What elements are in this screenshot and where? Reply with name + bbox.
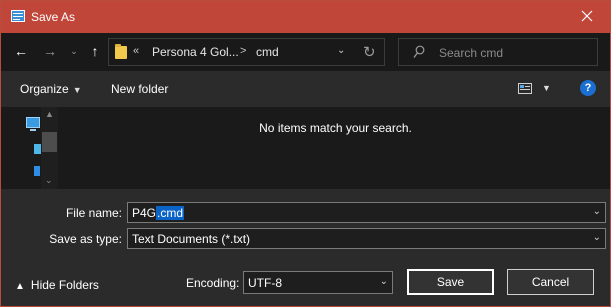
file-name-field[interactable]: P4G.cmd ⌄ (127, 202, 606, 223)
back-icon[interactable]: ← (12, 42, 30, 60)
navigation-scrollbar[interactable]: ▲ ⌄ (41, 107, 58, 189)
view-icon[interactable] (518, 83, 532, 94)
close-icon (581, 10, 593, 22)
breadcrumb-cmd[interactable]: cmd (256, 45, 279, 59)
save-as-dialog: Save As ← → ⌄ ↑ « Persona 4 Gol... > cmd… (0, 0, 611, 307)
title-bar[interactable]: Save As (1, 1, 610, 33)
close-button[interactable] (565, 0, 609, 32)
navigation-bar: ← → ⌄ ↑ « Persona 4 Gol... > cmd ⌄ ↻ Sea… (1, 33, 610, 71)
new-folder-button[interactable]: New folder (111, 82, 168, 96)
scroll-up-icon[interactable]: ▲ (45, 109, 54, 119)
forward-icon[interactable]: → (41, 42, 59, 60)
save-options-panel: File name: P4G.cmd ⌄ Save as type: Text … (1, 189, 610, 306)
file-name-selection: .cmd (156, 206, 185, 220)
search-placeholder: Search cmd (439, 46, 504, 60)
hide-folders-label: Hide Folders (30, 278, 99, 292)
save-type-dropdown-icon[interactable]: ⌄ (593, 232, 601, 243)
search-box[interactable]: Search cmd (398, 38, 598, 66)
notepad-icon (11, 10, 25, 22)
navigation-pane[interactable]: ▲ ⌄ (1, 107, 61, 189)
up-icon[interactable]: ↑ (86, 42, 104, 60)
address-bar[interactable]: « Persona 4 Gol... > cmd ⌄ ↻ (108, 38, 385, 66)
save-button[interactable]: Save (407, 269, 494, 295)
save-type-label: Save as type: (49, 232, 122, 246)
view-options-caret-icon[interactable]: ▼ (542, 83, 551, 93)
save-type-value: Text Documents (*.txt) (132, 232, 251, 246)
organize-caret-icon: ▼ (72, 85, 82, 95)
breadcrumb-persona-4-golden[interactable]: Persona 4 Gol... (152, 45, 239, 59)
dialog-title: Save As (31, 10, 76, 24)
file-name-dropdown-icon[interactable]: ⌄ (593, 206, 601, 217)
breadcrumb-separator[interactable]: > (240, 45, 246, 57)
empty-results-message: No items match your search. (259, 121, 412, 135)
scroll-down-icon[interactable]: ⌄ (45, 175, 53, 186)
this-pc-stand (30, 129, 36, 131)
hide-folders-button[interactable]: ▲ Hide Folders (15, 278, 99, 292)
organize-label: Organize (20, 82, 69, 96)
network-icon[interactable] (34, 144, 41, 154)
breadcrumb-overflow[interactable]: « (133, 45, 139, 57)
recent-dropdown-icon[interactable]: ⌄ (65, 42, 83, 60)
chevron-up-icon: ▲ (15, 281, 25, 292)
search-icon (413, 45, 425, 58)
help-icon[interactable]: ? (580, 80, 596, 96)
file-view-area: ▲ ⌄ No items match your search. (1, 107, 610, 189)
drive-icon[interactable] (34, 166, 40, 176)
encoding-select[interactable]: UTF-8 ⌄ (243, 271, 393, 294)
scroll-thumb[interactable] (42, 132, 57, 152)
refresh-icon[interactable]: ↻ (363, 43, 376, 61)
encoding-value: UTF-8 (248, 276, 282, 290)
cancel-button[interactable]: Cancel (507, 269, 594, 295)
address-dropdown-icon[interactable]: ⌄ (337, 45, 345, 56)
organize-menu[interactable]: Organize ▼ (20, 82, 82, 96)
file-name-label: File name: (65, 206, 122, 220)
file-name-text: P4G (132, 206, 157, 220)
folder-icon (115, 44, 127, 59)
this-pc-icon[interactable] (26, 117, 40, 128)
command-bar: Organize ▼ New folder ▼ ? (1, 71, 610, 107)
encoding-dropdown-icon[interactable]: ⌄ (380, 276, 388, 287)
save-type-select[interactable]: Text Documents (*.txt) ⌄ (127, 228, 606, 249)
encoding-label: Encoding: (186, 276, 240, 290)
file-name-value[interactable]: P4G.cmd (132, 206, 185, 220)
